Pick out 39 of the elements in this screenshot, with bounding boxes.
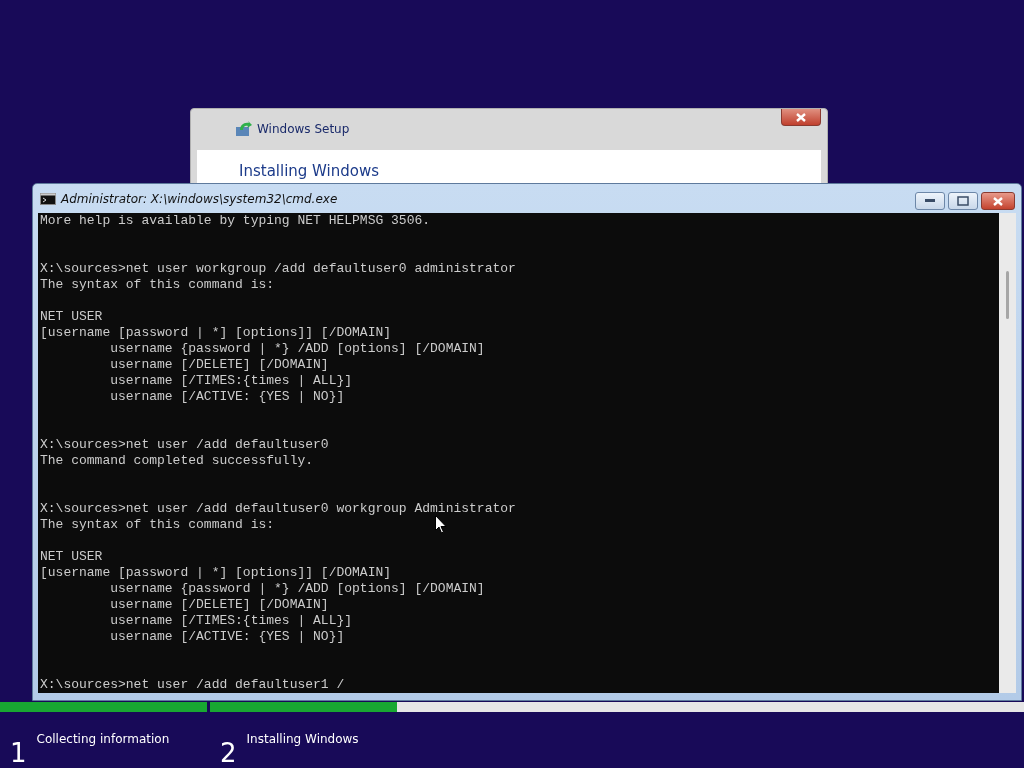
console-line: The command completed successfully.: [40, 453, 314, 469]
console-line: The syntax of this command is:: [40, 277, 275, 293]
console-line: X:\sources>net user workgroup /add defaultuser0 administrator: [40, 261, 516, 277]
close-button[interactable]: [981, 192, 1015, 210]
console-line: username [/ACTIVE: {YES | NO}]: [109, 629, 345, 645]
console-line: X:\sources>net user /add defaultuser1 /: [40, 677, 345, 693]
console-line: username [/DELETE] [/DOMAIN]: [109, 597, 329, 613]
step-number: 2: [220, 738, 237, 768]
setup-heading: Installing Windows: [239, 162, 380, 180]
console-line: The syntax of this command is:: [40, 517, 275, 533]
console-line: username {password | *} /ADD [options] [/DOMAIN]: [109, 581, 485, 597]
setup-icon: [235, 121, 252, 137]
step-label: Collecting information: [36, 732, 170, 746]
step-label: Installing Windows: [246, 732, 359, 746]
console-icon: [40, 192, 56, 205]
console-line: username [/TIMES:{times | ALL}]: [109, 373, 353, 389]
window-title: Windows Setup: [257, 122, 350, 136]
minimize-button[interactable]: [915, 192, 945, 210]
console-line: X:\sources>net user /add defaultuser0 workgroup Administrator: [40, 501, 516, 517]
close-button[interactable]: [781, 109, 821, 126]
console-line: username [/ACTIVE: {YES | NO}]: [109, 389, 345, 405]
console-line: username [/TIMES:{times | ALL}]: [109, 613, 353, 629]
scrollbar[interactable]: [999, 213, 1016, 693]
console-line: username [/DELETE] [/DOMAIN]: [109, 357, 329, 373]
close-icon: [795, 112, 807, 122]
console-line: X:\sources>net user /add defaultuser0: [40, 437, 329, 453]
minimize-icon: [925, 199, 935, 203]
console-line: NET USER: [40, 549, 103, 565]
close-icon: [992, 196, 1004, 206]
console-line: [username [password | *] [options]] [/DOMAIN]: [40, 565, 392, 581]
console-line: More help is available by typing NET HELPMSG 3506.: [40, 213, 431, 229]
window-title: Administrator: X:\windows\system32\cmd.exe: [61, 191, 338, 206]
maximize-icon: [957, 196, 969, 206]
maximize-button[interactable]: [948, 192, 978, 210]
mouse-cursor-icon: [435, 515, 447, 534]
console-line: [username [password | *] [options]] [/DOMAIN]: [40, 325, 392, 341]
console-line: username {password | *} /ADD [options] [/DOMAIN]: [109, 341, 485, 357]
console-line: NET USER: [40, 309, 103, 325]
step-number: 1: [10, 738, 27, 768]
